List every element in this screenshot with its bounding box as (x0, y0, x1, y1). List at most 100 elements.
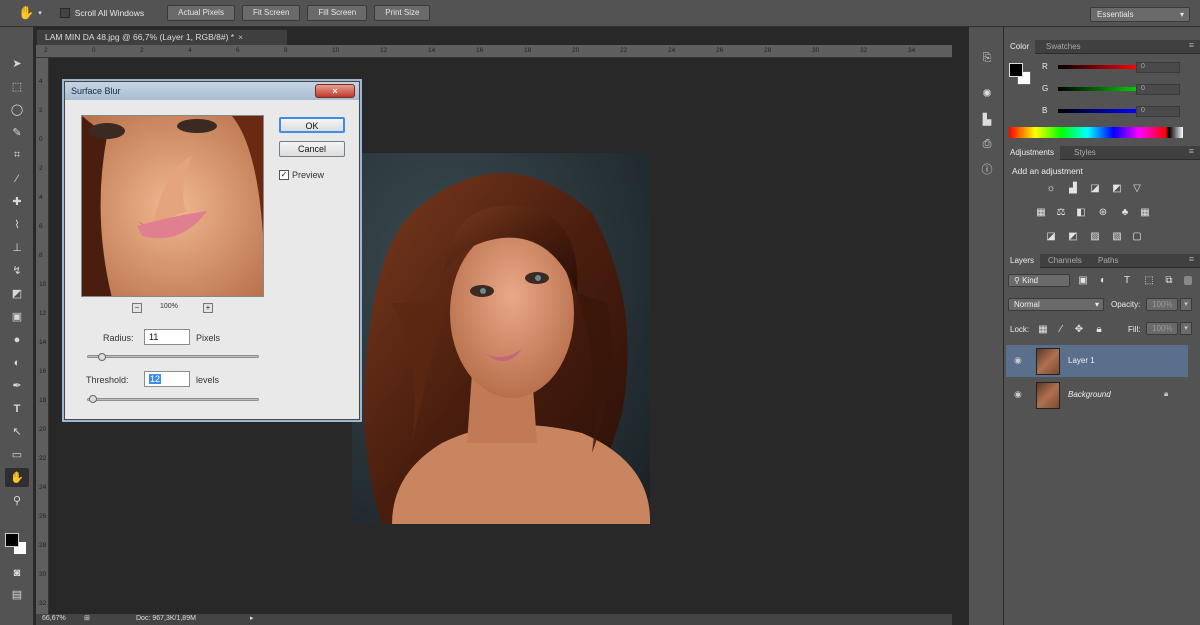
filter-adjustment-icon[interactable]: ◐ (1096, 274, 1110, 287)
filter-type-icon[interactable]: T (1120, 274, 1134, 287)
dialog-close-button[interactable]: × (315, 84, 355, 98)
shape-tool-icon[interactable]: ▭ (5, 445, 29, 464)
filter-shape-icon[interactable]: ⬚ (1142, 274, 1156, 287)
history-brush-tool-icon[interactable]: ↯ (5, 261, 29, 280)
eye-icon[interactable]: ◉ (1014, 355, 1022, 366)
tool-preset-chevron-icon[interactable]: ▾ (38, 9, 42, 17)
gradient-map-icon[interactable]: ▧ (1110, 230, 1124, 243)
channel-slider[interactable] (1058, 109, 1136, 113)
document-image[interactable] (352, 153, 650, 524)
lock-transparent-icon[interactable]: ▦ (1036, 323, 1050, 336)
selective-color-icon[interactable]: ▢ (1130, 230, 1144, 243)
dodge-tool-icon[interactable]: ◐ (5, 353, 29, 372)
hand-tool-icon[interactable]: ✋ (18, 5, 34, 21)
radius-slider[interactable] (87, 355, 259, 358)
hue-saturation-icon[interactable]: ▦ (1034, 206, 1048, 219)
invert-icon[interactable]: ◪ (1044, 230, 1058, 243)
blend-mode-select[interactable]: Normal ▾ (1008, 298, 1104, 311)
eye-icon[interactable]: ◉ (1014, 389, 1022, 400)
screen-mode-icon[interactable]: ▤ (5, 585, 29, 604)
filter-preview[interactable] (81, 115, 264, 297)
blur-tool-icon[interactable]: ● (5, 330, 29, 349)
black-white-icon[interactable]: ◧ (1074, 206, 1088, 219)
cancel-button[interactable]: Cancel (279, 141, 345, 157)
status-menu-icon[interactable]: ⊞ (84, 614, 90, 622)
type-tool-icon[interactable]: T (5, 399, 29, 418)
threshold-slider[interactable] (87, 398, 259, 401)
ok-button[interactable]: OK (279, 117, 345, 133)
lock-all-icon[interactable]: 🔒︎ (1092, 323, 1106, 336)
radius-slider-thumb[interactable] (98, 353, 106, 361)
opacity-arrow-icon[interactable]: ▾ (1180, 298, 1192, 311)
brush-settings-panel-icon[interactable]: ✺ (977, 85, 997, 103)
fill-input[interactable]: 100% (1146, 322, 1178, 335)
foreground-color-chip[interactable] (1009, 63, 1023, 77)
levels-icon[interactable]: ▟ (1066, 182, 1080, 195)
status-arrow-icon[interactable]: ▸ (250, 614, 254, 622)
radius-input[interactable]: 11 (144, 329, 190, 345)
brightness-contrast-icon[interactable]: ☼ (1044, 182, 1058, 195)
channel-mixer-icon[interactable]: ♣ (1118, 206, 1132, 219)
filter-pixel-icon[interactable]: ▣ (1076, 274, 1090, 287)
tab-layers[interactable]: Layers (1004, 254, 1041, 268)
channel-slider[interactable] (1058, 65, 1136, 69)
marquee-tool-icon[interactable]: ⬚ (5, 77, 29, 96)
tab-channels[interactable]: Channels (1042, 254, 1088, 268)
tab-styles[interactable]: Styles (1068, 146, 1102, 160)
lock-position-icon[interactable]: ✥ (1072, 323, 1086, 336)
histogram-panel-icon[interactable]: ▙ (977, 111, 997, 129)
zoom-level[interactable]: 66,67% (42, 615, 66, 622)
pen-tool-icon[interactable]: ✒ (5, 376, 29, 395)
fit-screen-button[interactable]: Fit Screen (241, 5, 301, 21)
fill-screen-button[interactable]: Fill Screen (307, 5, 368, 21)
fill-arrow-icon[interactable]: ▾ (1180, 322, 1192, 335)
panel-menu-icon[interactable]: ≡ (1189, 146, 1194, 156)
layer-row-layer-1[interactable]: ◉ Layer 1 (1006, 345, 1188, 377)
quick-select-tool-icon[interactable]: ✎ (5, 123, 29, 142)
workspace-switcher[interactable]: Essentials ▾ (1090, 7, 1190, 22)
tab-paths[interactable]: Paths (1092, 254, 1124, 268)
channel-value-input[interactable]: 0 (1136, 62, 1180, 73)
scroll-all-windows-checkbox[interactable]: Scroll All Windows (59, 8, 144, 18)
eyedropper-tool-icon[interactable]: ⁄ (5, 169, 29, 188)
preview-checkbox[interactable]: ✓ Preview (279, 170, 324, 180)
close-icon[interactable]: × (238, 32, 243, 42)
lock-pixels-icon[interactable]: ⁄ (1054, 323, 1068, 336)
posterize-icon[interactable]: ◩ (1066, 230, 1080, 243)
clone-stamp-tool-icon[interactable]: ⊥ (5, 238, 29, 257)
panel-menu-icon[interactable]: ≡ (1189, 254, 1194, 264)
layer-row-background[interactable]: ◉ Background 🔒︎ (1006, 379, 1188, 411)
opacity-input[interactable]: 100% (1146, 298, 1178, 311)
brush-tool-icon[interactable]: ⌇ (5, 215, 29, 234)
tab-adjustments[interactable]: Adjustments (1004, 146, 1061, 160)
zoom-out-button[interactable]: − (132, 303, 142, 313)
zoom-tool-icon[interactable]: ⚲ (5, 491, 29, 510)
photo-filter-icon[interactable]: ⊛ (1096, 206, 1110, 219)
vibrance-icon[interactable]: ▽ (1130, 182, 1144, 195)
curves-icon[interactable]: ◪ (1088, 182, 1102, 195)
crop-tool-icon[interactable]: ⌗ (5, 146, 29, 165)
channel-slider[interactable] (1058, 87, 1136, 91)
filter-smart-object-icon[interactable]: ⧉ (1162, 274, 1176, 287)
threshold-adj-icon[interactable]: ▨ (1088, 230, 1102, 243)
lasso-tool-icon[interactable]: ◯ (5, 100, 29, 119)
panel-menu-icon[interactable]: ≡ (1189, 40, 1194, 50)
checkbox-checked-icon[interactable]: ✓ (279, 170, 289, 180)
eraser-tool-icon[interactable]: ◩ (5, 284, 29, 303)
info-panel-icon[interactable]: ⓘ (977, 161, 997, 179)
hand-tool-icon[interactable]: ✋ (5, 468, 29, 487)
path-select-tool-icon[interactable]: ↖ (5, 422, 29, 441)
checkbox-box[interactable] (59, 8, 70, 18)
print-size-button[interactable]: Print Size (374, 5, 431, 21)
threshold-slider-thumb[interactable] (89, 395, 97, 403)
foreground-color-swatch[interactable] (5, 533, 19, 547)
channel-value-input[interactable]: 0 (1136, 84, 1180, 95)
color-balance-icon[interactable]: ⚖ (1054, 206, 1068, 219)
channel-value-input[interactable]: 0 (1136, 106, 1180, 117)
gradient-tool-icon[interactable]: ▣ (5, 307, 29, 326)
quick-mask-icon[interactable]: ◙ (5, 563, 29, 582)
color-spectrum-bar[interactable] (1009, 127, 1183, 138)
exposure-icon[interactable]: ◩ (1110, 182, 1124, 195)
document-tab[interactable]: LAM MIN DA 48.jpg @ 66,7% (Layer 1, RGB/… (36, 29, 288, 45)
color-lookup-icon[interactable]: ▦ (1138, 206, 1152, 219)
